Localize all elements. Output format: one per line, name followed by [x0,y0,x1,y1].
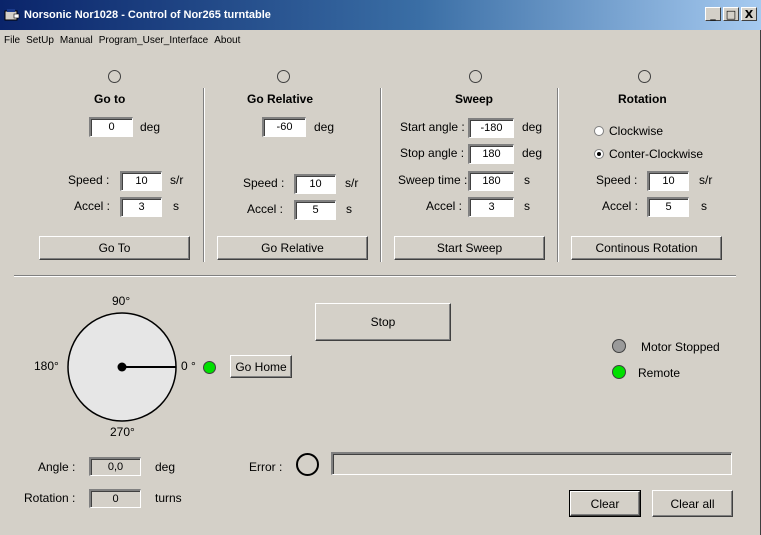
goto-speed-unit: s/r [170,173,184,187]
rotation-accel-input[interactable]: 5 [647,197,689,217]
sweep-accel-input[interactable]: 3 [468,197,514,217]
dial-label-270: 270° [110,425,135,439]
sweep-title: Sweep [455,92,494,106]
angle-label: Angle : [38,460,76,474]
rotation-accel-label: Accel : [602,199,639,213]
remote-status-label: Remote [638,366,681,380]
sweep-stop-label: Stop angle : [400,146,465,160]
angle-readout: 0,0 [89,457,141,476]
rotation-unit: turns [155,491,182,505]
close-button[interactable]: X [741,7,757,21]
dial-label-90: 90° [112,294,131,308]
menu-program-user-interface[interactable]: Program_User_Interface [99,35,209,46]
menu-about[interactable]: About [214,35,240,46]
go-home-button[interactable]: Go Home [230,355,292,378]
motor-status-label: Motor Stopped [641,340,720,354]
gorelative-accel-label: Accel : [247,202,284,216]
goto-speed-label: Speed : [68,173,110,187]
motor-status-led [612,339,626,353]
goto-status-led [108,70,121,83]
continuous-rotation-button[interactable]: Continous Rotation [571,236,722,260]
menu-manual[interactable]: Manual [60,35,93,46]
dial-center [117,362,127,372]
goto-speed-input[interactable]: 10 [120,171,162,191]
sweep-stop-unit: deg [522,146,543,160]
rotation-readout: 0 [89,489,141,508]
panel-divider [380,88,382,262]
rotation-speed-unit: s/r [699,173,713,187]
gorelative-angle-input[interactable]: -60 [262,117,306,137]
panel-divider [203,88,205,262]
clear-button[interactable]: Clear [569,490,641,517]
remote-status-led [612,365,626,379]
turntable-dial [67,312,177,422]
gorelative-speed-input[interactable]: 10 [294,174,336,194]
sweep-start-label: Start angle : [400,120,465,134]
sweep-time-unit: s [524,173,530,187]
go-relative-button[interactable]: Go Relative [217,236,368,260]
goto-angle-input[interactable]: 0 [89,117,133,137]
goto-accel-label: Accel : [74,199,111,213]
gorelative-accel-input[interactable]: 5 [294,200,336,220]
rotation-speed-label: Speed : [596,173,638,187]
home-indicator-led [203,361,216,374]
error-label: Error : [249,460,283,474]
sweep-accel-unit: s [524,199,530,213]
sweep-time-input[interactable]: 180 [468,171,514,191]
window-title: Norsonic Nor1028 - Control of Nor265 tur… [24,9,271,21]
sweep-accel-label: Accel : [426,199,463,213]
sweep-status-led [469,70,482,83]
app-icon [4,9,20,21]
gorelative-title: Go Relative [247,92,314,106]
minimize-button[interactable]: _ [705,7,721,21]
sweep-start-input[interactable]: -180 [468,118,514,138]
gorelative-speed-unit: s/r [345,176,359,190]
rotation-title: Rotation [618,92,667,106]
rotation-readout-label: Rotation : [24,491,76,505]
gorelative-angle-unit: deg [314,120,335,134]
sweep-stop-input[interactable]: 180 [468,144,514,164]
goto-accel-input[interactable]: 3 [120,197,162,217]
maximize-button[interactable]: □ [723,7,739,21]
menu-file[interactable]: File [4,35,20,46]
goto-accel-unit: s [173,199,179,213]
clear-all-button[interactable]: Clear all [652,490,733,517]
dial-label-0: 0 ° [181,359,196,373]
title-bar[interactable]: Norsonic Nor1028 - Control of Nor265 tur… [0,0,761,30]
clockwise-radio[interactable] [594,126,604,136]
main-window: Norsonic Nor1028 - Control of Nor265 tur… [0,0,761,535]
error-message-field [331,452,732,475]
start-sweep-button[interactable]: Start Sweep [394,236,545,260]
horizontal-divider [14,275,736,277]
stop-button[interactable]: Stop [315,303,451,341]
counter-clockwise-radio[interactable] [594,149,604,159]
gorelative-accel-unit: s [346,202,352,216]
rotation-accel-unit: s [701,199,707,213]
menu-bar: File SetUp Manual Program_User_Interface… [0,32,761,48]
counter-clockwise-label[interactable]: Conter-Clockwise [609,147,703,161]
rotation-speed-input[interactable]: 10 [647,171,689,191]
sweep-start-unit: deg [522,120,543,134]
dial-label-180: 180° [34,359,59,373]
angle-unit: deg [155,460,176,474]
sweep-time-label: Sweep time : [398,173,468,187]
goto-angle-unit: deg [140,120,161,134]
error-indicator-led [296,453,319,476]
gorelative-speed-label: Speed : [243,176,285,190]
panel-divider [557,88,559,262]
gorelative-status-led [277,70,290,83]
rotation-status-led [638,70,651,83]
goto-title: Go to [94,92,126,106]
menu-setup[interactable]: SetUp [26,35,54,46]
clockwise-label[interactable]: Clockwise [609,124,663,138]
go-to-button[interactable]: Go To [39,236,190,260]
